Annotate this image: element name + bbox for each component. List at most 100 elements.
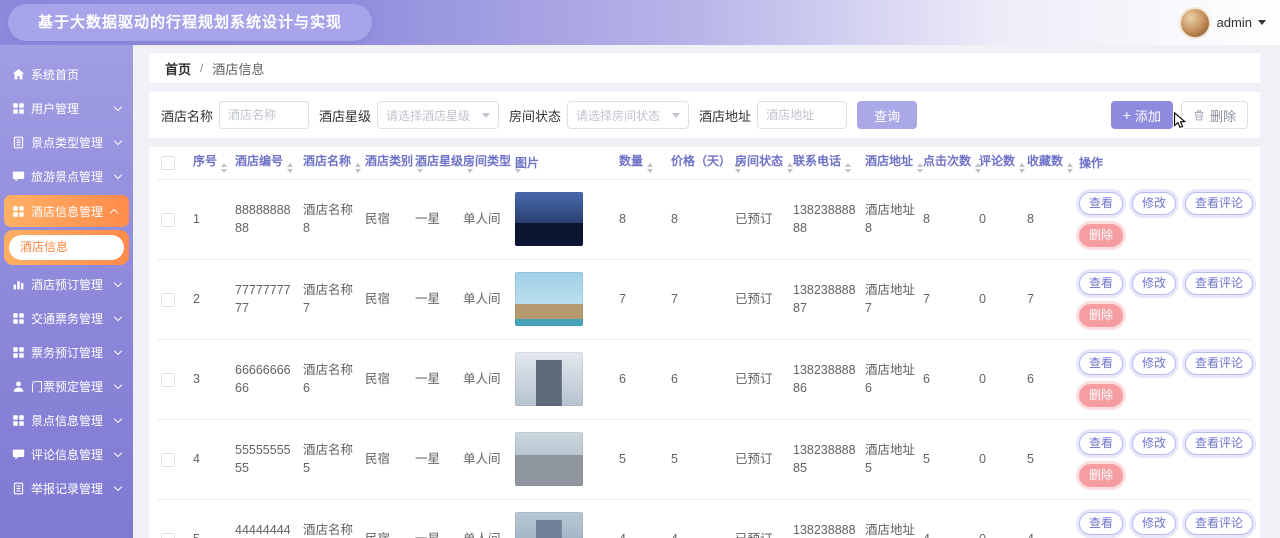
view-comments-button[interactable]: 查看评论 [1185, 191, 1254, 215]
sort-carets[interactable] [1067, 163, 1074, 174]
cell-hotel_no: 6666666666 [231, 339, 299, 420]
edit-button[interactable]: 修改 [1132, 271, 1177, 295]
sidebar-item[interactable]: 用户管理 [0, 91, 133, 125]
row-checkbox[interactable] [161, 452, 175, 467]
chevron-down-icon [113, 312, 123, 321]
column-header-address[interactable]: 酒店地址 [861, 147, 924, 180]
column-label: 序号 [193, 154, 218, 169]
cell-price: 5 [667, 419, 731, 500]
sidebar-item-label: 用户管理 [31, 101, 80, 116]
cell-address: 酒店地址5 [861, 419, 919, 500]
cell-index: 5 [189, 499, 231, 538]
view-button[interactable]: 查看 [1079, 191, 1124, 215]
column-header-price[interactable]: 价格（天） [667, 147, 742, 180]
cell-room_status: 已预订 [731, 179, 789, 260]
view-comments-button[interactable]: 查看评论 [1185, 351, 1254, 375]
cell-star: 一星 [411, 259, 459, 340]
sidebar-item[interactable]: 票务预订管理 [0, 335, 133, 369]
column-header-name[interactable]: 酒店名称 [299, 147, 362, 180]
edit-button[interactable]: 修改 [1132, 191, 1177, 215]
cell-price: 6 [667, 339, 731, 420]
cell-category: 民宿 [361, 419, 411, 500]
sidebar-item[interactable]: 景点信息管理 [0, 403, 133, 437]
edit-button[interactable]: 修改 [1132, 431, 1177, 455]
sidebar-item[interactable]: 交通票务管理 [0, 301, 133, 335]
row-checkbox[interactable] [161, 372, 175, 387]
cell-category: 民宿 [361, 259, 411, 340]
row-checkbox[interactable] [161, 292, 175, 307]
cell-name: 酒店名称4 [299, 499, 361, 538]
edit-button[interactable]: 修改 [1132, 351, 1177, 375]
breadcrumb-home[interactable]: 首页 [165, 59, 191, 78]
sidebar-item[interactable]: 系统首页 [0, 57, 133, 91]
hotel-address-input[interactable] [757, 101, 848, 129]
column-header-favorites[interactable]: 收藏数 [1023, 147, 1075, 180]
sidebar-submenu: 酒店信息 [4, 230, 129, 265]
cell-address: 酒店地址7 [861, 259, 919, 340]
column-header-category[interactable]: 酒店类别 [361, 147, 424, 180]
column-header-star[interactable]: 酒店星级 [411, 147, 474, 180]
view-button[interactable]: 查看 [1079, 511, 1124, 535]
column-header-phone[interactable]: 联系电话 [789, 147, 861, 180]
column-header-room_type[interactable]: 房间类型 [459, 147, 522, 180]
add-button[interactable]: + 添加 [1110, 101, 1173, 129]
hotel-name-input[interactable] [219, 101, 310, 129]
sidebar-item[interactable]: 酒店信息管理 [4, 195, 129, 227]
cell-room_status: 已预订 [731, 259, 789, 340]
table-header-row: 序号 酒店编号 酒店名称 酒店类别 酒店星级 房间类型 图片 数量 价格（天） 房间状态 联系电话 酒… [157, 147, 1252, 180]
row-checkbox[interactable] [161, 532, 175, 538]
sort-carets[interactable] [1019, 163, 1026, 174]
select-all-checkbox[interactable] [161, 156, 175, 171]
column-header-hotel_no[interactable]: 酒店编号 [231, 147, 299, 180]
cell-image [511, 499, 615, 538]
search-button[interactable]: 查询 [857, 101, 918, 129]
view-comments-button[interactable]: 查看评论 [1185, 431, 1254, 455]
user-menu[interactable]: admin [1178, 6, 1266, 39]
view-comments-button[interactable]: 查看评论 [1185, 511, 1254, 535]
delete-row-button[interactable]: 删除 [1079, 223, 1124, 247]
column-header-clicks[interactable]: 点击次数 [919, 147, 982, 180]
view-button[interactable]: 查看 [1079, 431, 1124, 455]
column-header-index[interactable]: 序号 [189, 147, 231, 180]
delete-row-button[interactable]: 删除 [1079, 303, 1124, 327]
sort-carets[interactable] [355, 163, 362, 174]
column-label: 酒店星级 [415, 154, 464, 169]
delete-row-button[interactable]: 删除 [1079, 383, 1124, 407]
row-checkbox[interactable] [161, 212, 175, 227]
room-status-select[interactable]: 请选择房间状态 [567, 101, 690, 129]
cell-name: 酒店名称7 [299, 259, 361, 340]
edit-button[interactable]: 修改 [1132, 511, 1177, 535]
delete-button[interactable]: 删除 [1180, 101, 1248, 129]
user-icon [11, 379, 25, 393]
sidebar-item-label: 酒店信息管理 [31, 204, 104, 219]
sidebar-item[interactable]: 举报记录管理 [0, 471, 133, 505]
sidebar-subitem[interactable]: 酒店信息 [9, 235, 124, 260]
sort-carets[interactable] [221, 163, 228, 174]
sidebar-item[interactable]: 评论信息管理 [0, 437, 133, 471]
sidebar-item[interactable]: 门票预定管理 [0, 369, 133, 403]
column-header-room_status[interactable]: 房间状态 [731, 147, 794, 180]
hotel-address-label: 酒店地址 [699, 108, 752, 124]
table-row: 2 7777777777 酒店名称7 民宿 一星 单人间 7 7 已预订 13823888887 酒… [157, 259, 1254, 340]
delete-button-label: 删除 [1209, 108, 1236, 124]
column-header-quantity[interactable]: 数量 [615, 147, 667, 180]
sort-carets[interactable] [845, 163, 852, 174]
delete-row-button[interactable]: 删除 [1079, 463, 1124, 487]
sort-carets[interactable] [647, 163, 654, 174]
sort-carets[interactable] [287, 163, 294, 174]
cell-index: 4 [189, 419, 231, 500]
column-header-comments[interactable]: 评论数 [975, 147, 1026, 180]
view-button[interactable]: 查看 [1079, 271, 1124, 295]
view-button[interactable]: 查看 [1079, 351, 1124, 375]
column-label: 酒店编号 [235, 154, 284, 169]
sidebar-item[interactable]: 景点类型管理 [0, 125, 133, 159]
hotel-table-card: 序号 酒店编号 酒店名称 酒店类别 酒店星级 房间类型 图片 数量 价格（天） 房间状态 联系电话酒… [149, 147, 1260, 538]
sidebar-item[interactable]: 酒店预订管理 [0, 267, 133, 301]
cell-phone: 13823888886 [789, 339, 861, 420]
sidebar-item-label: 景点信息管理 [31, 413, 104, 428]
cell-address: 酒店地址8 [861, 179, 919, 260]
cell-favorites: 4 [1023, 499, 1075, 538]
view-comments-button[interactable]: 查看评论 [1185, 271, 1254, 295]
sidebar-item[interactable]: 旅游景点管理 [0, 159, 133, 193]
hotel-star-select[interactable]: 请选择酒店星级 [377, 101, 500, 129]
